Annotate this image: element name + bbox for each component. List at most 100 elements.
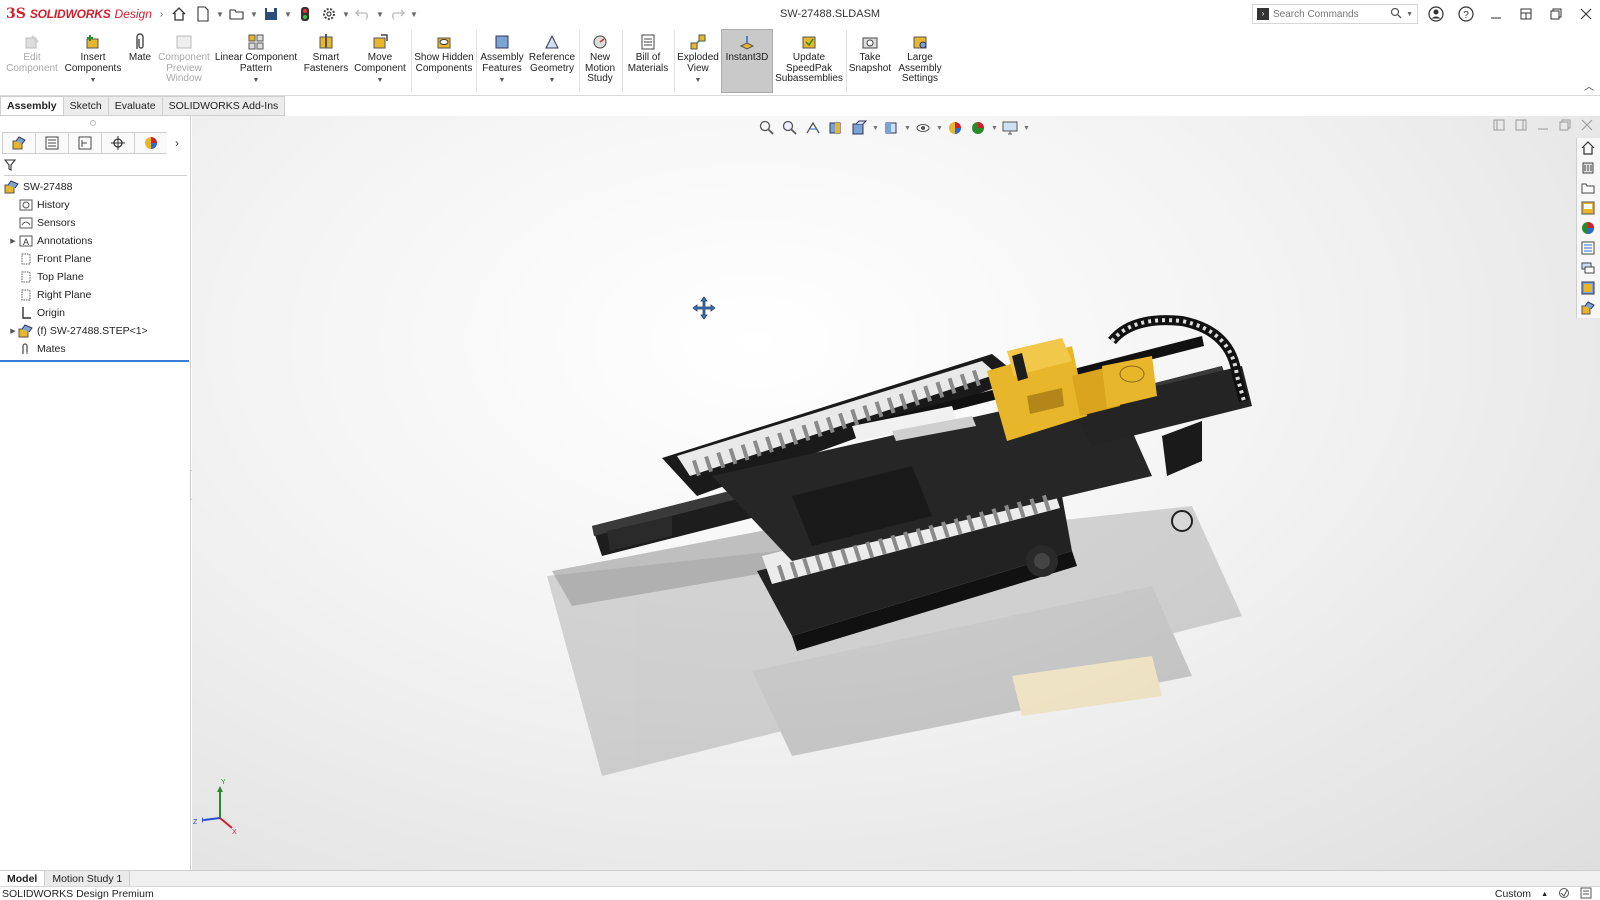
tree-root-assembly[interactable]: SW-27488: [0, 178, 189, 196]
bill-of-materials-icon: [638, 32, 658, 52]
move-component-button[interactable]: Move Component ▼: [352, 32, 408, 87]
instant3d-button[interactable]: Instant3D: [722, 32, 772, 64]
rebuild-status-icon[interactable]: [1558, 887, 1570, 900]
new-dropdown-icon[interactable]: ▼: [216, 10, 224, 19]
tree-root-label: SW-27488: [23, 181, 73, 193]
component-preview-window-button[interactable]: Component Preview Window: [156, 32, 212, 85]
redo-icon[interactable]: [386, 3, 408, 25]
tab-evaluate[interactable]: Evaluate: [108, 96, 163, 116]
insert-components-dropdown-icon[interactable]: ▼: [90, 76, 97, 87]
tree-item-label: Top Plane: [37, 271, 84, 283]
undo-dropdown-icon[interactable]: ▼: [376, 10, 384, 19]
save-dropdown-icon[interactable]: ▼: [284, 10, 292, 19]
unit-system[interactable]: Custom: [1495, 888, 1531, 900]
filter-funnel-icon[interactable]: [3, 159, 18, 174]
view-palette-icon[interactable]: [1577, 198, 1599, 218]
tree-item[interactable]: Right Plane: [0, 286, 189, 304]
file-explorer-icon[interactable]: [1577, 178, 1599, 198]
drilling-rig-3d-model[interactable]: [192, 116, 1552, 870]
tree-item[interactable]: Top Plane: [0, 268, 189, 286]
help-icon[interactable]: ?: [1456, 4, 1476, 24]
tree-filter-row[interactable]: [3, 158, 187, 176]
home-icon[interactable]: [168, 3, 190, 25]
edit-component-button[interactable]: Edit Component: [4, 32, 60, 74]
user-account-icon[interactable]: [1426, 4, 1446, 24]
tree-rollback-bar[interactable]: [0, 360, 189, 362]
close-icon[interactable]: [1576, 4, 1596, 24]
exploded-view-dropdown-icon[interactable]: ▼: [695, 76, 702, 87]
search-commands-field[interactable]: › Search Commands ▼: [1252, 4, 1418, 24]
configuration-manager-tab-icon[interactable]: [68, 132, 101, 154]
unit-system-arrow-icon[interactable]: ▲: [1541, 891, 1548, 898]
update-speedpak-subassemblies-button[interactable]: Update SpeedPak Subassemblies: [774, 32, 844, 85]
traffic-light-icon[interactable]: [294, 3, 316, 25]
reference-geometry-button[interactable]: Reference Geometry ▼: [528, 32, 576, 87]
insert-components-button[interactable]: Insert Components ▼: [62, 32, 124, 87]
tab-motion-study-1[interactable]: Motion Study 1: [45, 871, 131, 886]
collapse-ribbon-chevron-icon[interactable]: ︿: [1584, 78, 1594, 93]
tile-windows-icon[interactable]: [1516, 4, 1536, 24]
tree-item[interactable]: Origin: [0, 304, 189, 322]
feature-manager-tab-icon[interactable]: [2, 132, 35, 154]
expand-arrow-icon[interactable]: ▶: [8, 327, 18, 335]
search-dropdown-icon[interactable]: ▼: [1406, 11, 1413, 18]
open-dropdown-icon[interactable]: ▼: [250, 10, 258, 19]
options-gear-icon[interactable]: [318, 3, 340, 25]
graphics-area[interactable]: ▼ ▼ ▼ ▼ ▼ Y Z X: [192, 116, 1600, 870]
restore-icon[interactable]: [1546, 4, 1566, 24]
solidworks-resources-home-icon[interactable]: [1577, 138, 1599, 158]
move-component-dropdown-icon[interactable]: ▼: [377, 76, 384, 87]
save-icon[interactable]: [260, 3, 282, 25]
undo-icon[interactable]: [352, 3, 374, 25]
tree-item[interactable]: History: [0, 196, 189, 214]
exploded-view-button[interactable]: Exploded View ▼: [676, 32, 720, 87]
design-library-icon[interactable]: [1577, 158, 1599, 178]
tree-item[interactable]: ▶ (f) SW-27488.STEP<1>: [0, 322, 189, 340]
linear-pattern-dropdown-icon[interactable]: ▼: [253, 76, 260, 87]
redo-dropdown-icon[interactable]: ▼: [410, 10, 418, 19]
assembly-features-label: Assembly Features: [480, 52, 524, 74]
open-folder-icon[interactable]: [226, 3, 248, 25]
viewport-restore-icon[interactable]: [1558, 118, 1572, 132]
forum-icon[interactable]: [1577, 258, 1599, 278]
smart-fasteners-button[interactable]: Smart Fasteners: [302, 32, 350, 74]
assembly-features-button[interactable]: Assembly Features ▼: [478, 32, 526, 87]
show-hidden-components-button[interactable]: Show Hidden Components: [414, 32, 474, 74]
more-tabs-arrow-icon[interactable]: ›: [167, 132, 187, 154]
tab-model[interactable]: Model: [0, 871, 46, 886]
reference-triad[interactable]: Y Z X: [192, 776, 252, 836]
options-dropdown-icon[interactable]: ▼: [342, 10, 350, 19]
linear-component-pattern-button[interactable]: Linear Component Pattern ▼: [214, 32, 298, 87]
search-icon[interactable]: [1390, 7, 1402, 22]
custom-properties-icon[interactable]: [1577, 238, 1599, 258]
tree-item[interactable]: ▶ A Annotations: [0, 232, 189, 250]
assembly-view-icon[interactable]: [1577, 298, 1599, 318]
reference-geometry-dropdown-icon[interactable]: ▼: [549, 76, 556, 87]
tree-item[interactable]: Mates: [0, 340, 189, 358]
solidworks-logo[interactable]: 3S SOLIDWORKS Design ›: [0, 6, 163, 22]
search-mode-icon[interactable]: ›: [1257, 8, 1269, 20]
display-manager-tab-icon[interactable]: [134, 132, 167, 154]
assembly-features-dropdown-icon[interactable]: ▼: [499, 76, 506, 87]
large-assembly-settings-button[interactable]: Large Assembly Settings: [894, 32, 946, 85]
appearances-scenes-icon[interactable]: [1577, 218, 1599, 238]
panel-resize-grip[interactable]: [90, 120, 96, 126]
status-tooltip-icon[interactable]: [1580, 887, 1592, 900]
solidworks-forum-icon[interactable]: [1577, 278, 1599, 298]
menu-expand-arrow-icon[interactable]: ›: [160, 9, 163, 20]
dimxpert-manager-tab-icon[interactable]: [101, 132, 134, 154]
tree-item[interactable]: Sensors: [0, 214, 189, 232]
tab-assembly[interactable]: Assembly: [0, 96, 64, 116]
minimize-icon[interactable]: [1486, 4, 1506, 24]
take-snapshot-button[interactable]: Take Snapshot: [848, 32, 892, 74]
viewport-close-icon[interactable]: [1580, 118, 1594, 132]
property-manager-tab-icon[interactable]: [35, 132, 68, 154]
tree-item[interactable]: Front Plane: [0, 250, 189, 268]
bill-of-materials-button[interactable]: Bill of Materials: [624, 32, 672, 74]
mate-button[interactable]: Mate: [126, 32, 154, 64]
tab-sketch[interactable]: Sketch: [63, 96, 109, 116]
new-document-icon[interactable]: [192, 3, 214, 25]
expand-arrow-icon[interactable]: ▶: [8, 237, 18, 245]
new-motion-study-button[interactable]: New Motion Study: [581, 32, 619, 85]
tab-solidworks-add-ins[interactable]: SOLIDWORKS Add-Ins: [162, 96, 286, 116]
